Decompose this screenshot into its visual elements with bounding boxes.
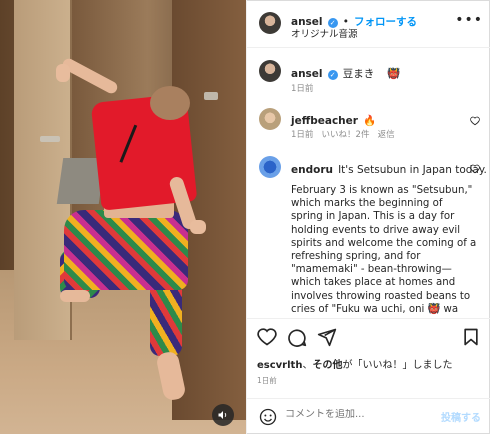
comment-like-heart-icon[interactable] xyxy=(470,164,480,174)
follow-button[interactable]: フォローする xyxy=(354,16,417,28)
verified-icon: ✓ xyxy=(327,70,338,80)
comment-row: jeffbeacher 🔥 xyxy=(291,109,376,128)
more-icon[interactable]: ••• xyxy=(455,12,483,28)
comment-meta: 1日前 いいね！2件 返信 xyxy=(291,128,395,140)
comment-username[interactable]: endoru xyxy=(291,164,333,176)
dancer-hand-lowered xyxy=(190,220,206,234)
post-header: ansel ✓ • フォローする オリジナル音源 ••• xyxy=(247,0,490,48)
caption-emoji: 👹 xyxy=(387,68,401,80)
bookmark-icon[interactable] xyxy=(461,327,481,347)
comment-bar: 投稿する xyxy=(247,398,490,434)
comment-like-heart-icon[interactable] xyxy=(470,116,480,126)
audio-label[interactable]: オリジナル音源 xyxy=(291,26,358,40)
heart-icon[interactable] xyxy=(257,327,277,347)
likes-others-link[interactable]: その他 xyxy=(312,360,342,371)
dancer-head xyxy=(150,86,190,120)
author-avatar[interactable] xyxy=(259,12,281,34)
door-handle xyxy=(40,136,60,142)
dancer-pants xyxy=(64,210,188,290)
comment-likes[interactable]: いいね！2件 xyxy=(322,130,370,140)
comment-body: February 3 is known as "Setsubun," which… xyxy=(291,185,477,315)
caption-time[interactable]: 1日前 xyxy=(291,82,313,94)
door-handle-right xyxy=(204,92,218,100)
speaker-icon xyxy=(218,411,227,419)
share-icon[interactable] xyxy=(317,327,337,347)
likes-suffix: が「いいね！」しました xyxy=(342,360,453,371)
comment-icon[interactable] xyxy=(287,327,307,347)
comment-text: 🔥 xyxy=(363,115,377,127)
likes-connector: 、 xyxy=(302,360,313,371)
comment-row: endoru It's Setsubun in Japan today. xyxy=(291,158,487,177)
commenter-avatar[interactable] xyxy=(259,108,281,130)
post-date[interactable]: 1日前 xyxy=(257,375,277,386)
audio-toggle-button[interactable] xyxy=(212,404,234,426)
post-side-panel: ansel ✓ • フォローする オリジナル音源 ••• ansel ✓ 豆まき… xyxy=(246,0,490,434)
post-video[interactable] xyxy=(0,0,246,434)
comment-reply-button[interactable]: 返信 xyxy=(378,130,395,140)
comment-username[interactable]: jeffbeacher xyxy=(291,115,358,127)
commenter-avatar[interactable] xyxy=(259,156,281,178)
liker-username[interactable]: escvrlth xyxy=(257,360,302,371)
caption-username[interactable]: ansel xyxy=(291,68,323,80)
comment-input[interactable] xyxy=(285,409,425,420)
comment-time[interactable]: 1日前 xyxy=(291,130,313,140)
action-bar xyxy=(247,318,490,356)
emoji-icon[interactable] xyxy=(259,408,277,426)
caption-text: 豆まき xyxy=(342,68,375,80)
likes-summary: escvrlth、その他が「いいね！」しました xyxy=(257,356,452,371)
dancer-hand-raised xyxy=(56,64,70,82)
comment-text: It's Setsubun in Japan today. xyxy=(338,164,487,176)
caption-avatar[interactable] xyxy=(259,60,281,82)
post-comment-button[interactable]: 投稿する xyxy=(441,409,481,424)
caption-row: ansel ✓ 豆まき 👹 xyxy=(291,62,400,81)
dancer-foot-left xyxy=(60,290,90,302)
